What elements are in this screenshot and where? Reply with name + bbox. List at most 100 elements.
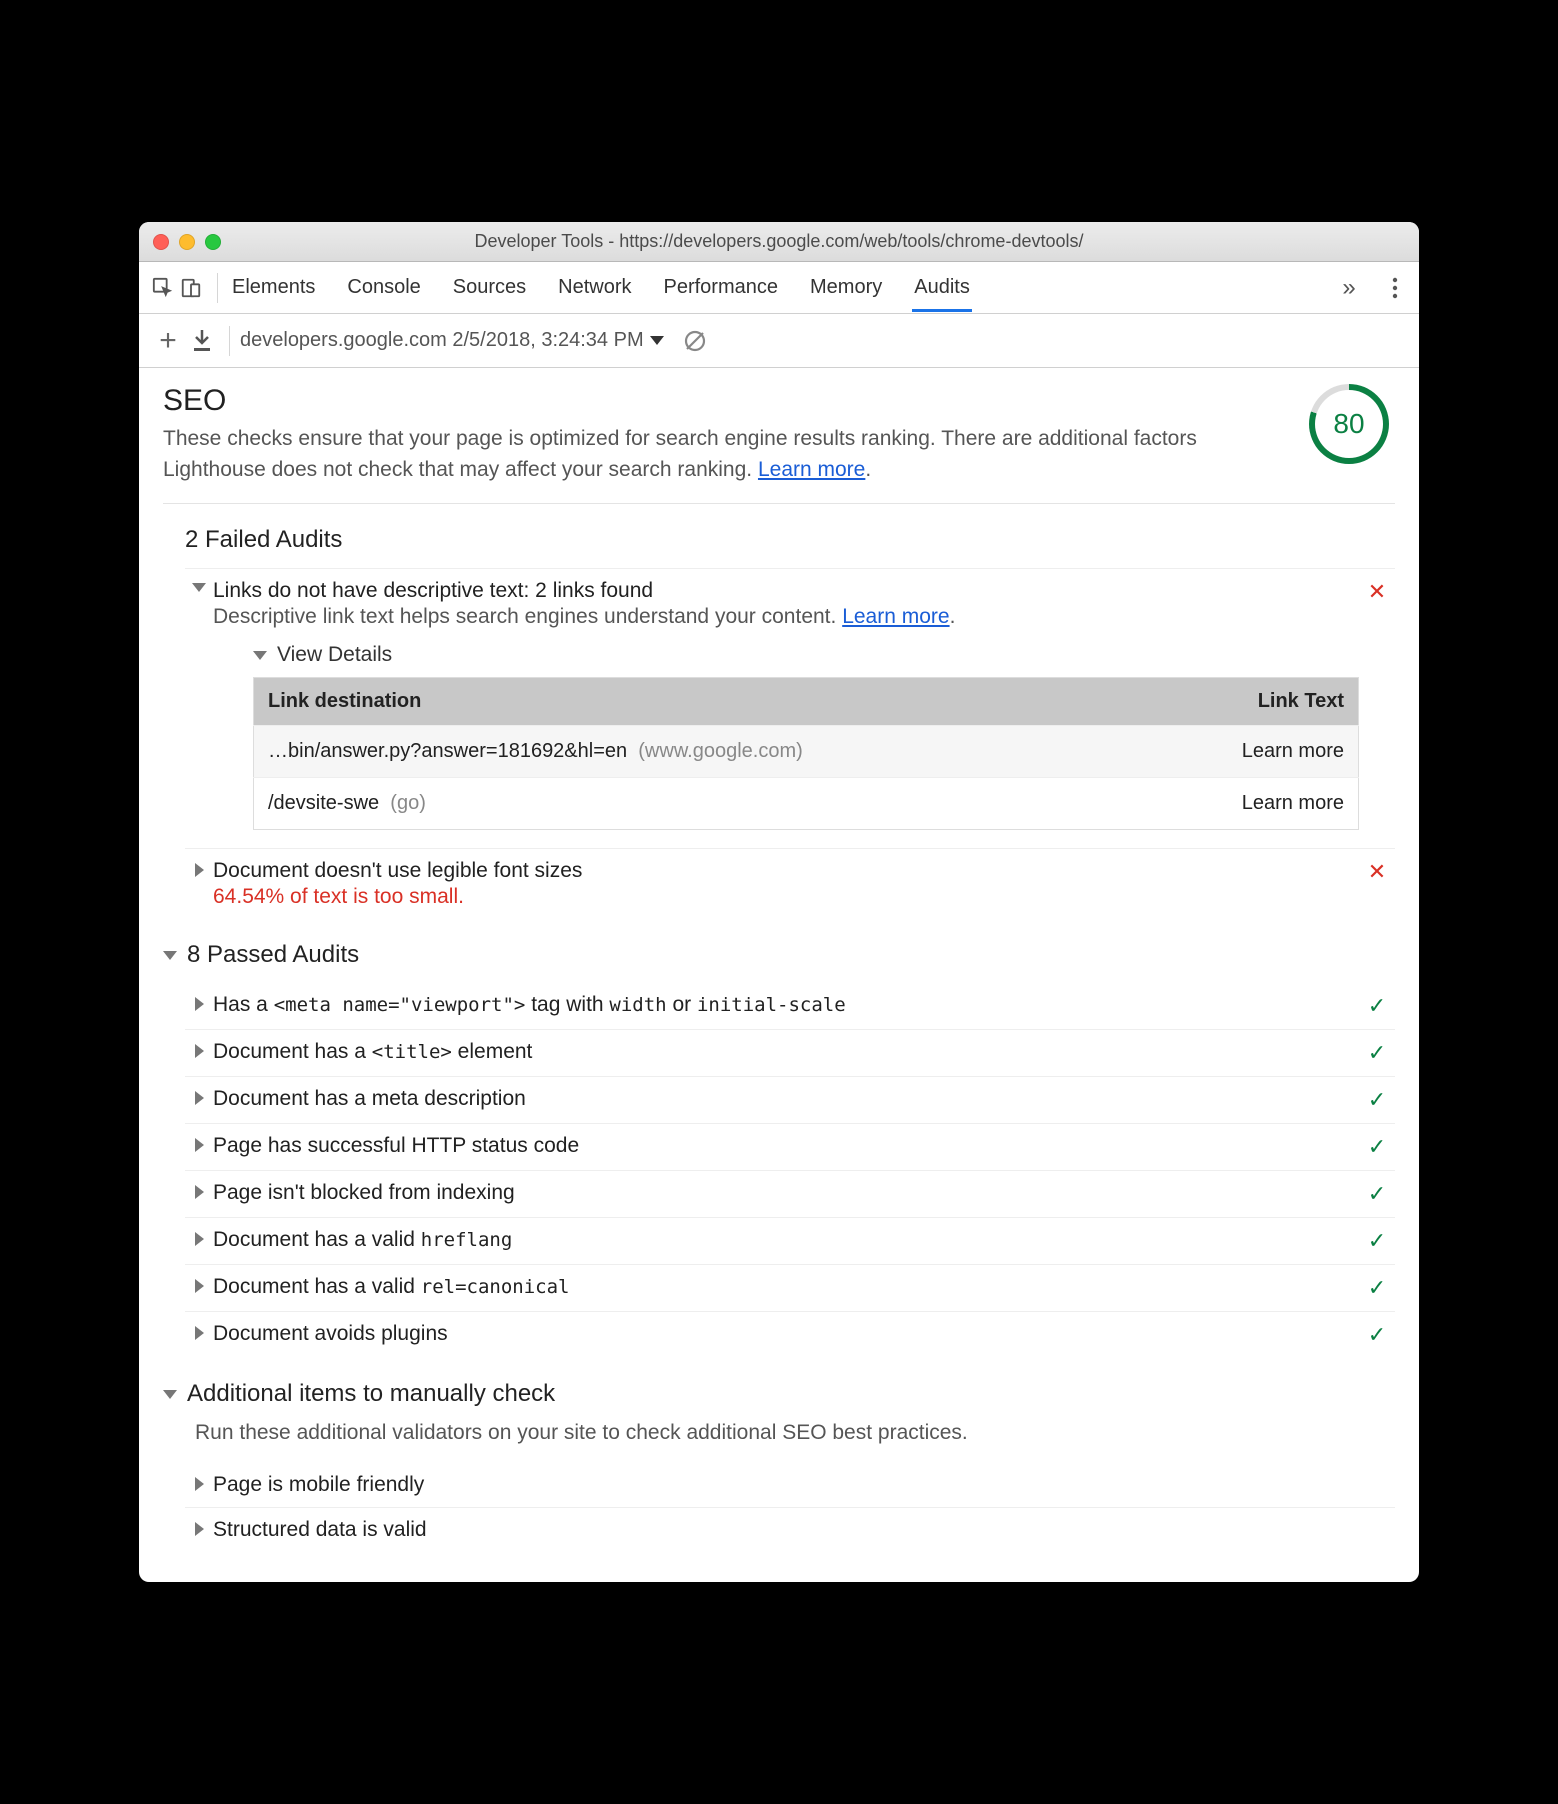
audit-passed-item: Document has a meta description✓ [185,1076,1395,1123]
pass-icon: ✓ [1359,1087,1395,1113]
score-value: 80 [1333,408,1364,440]
audit-passed-item: Page isn't blocked from indexing✓ [185,1170,1395,1217]
expand-toggle[interactable] [185,1228,213,1246]
more-tabs-icon[interactable]: » [1335,274,1363,302]
audit-title: Document doesn't use legible font sizes [213,859,1359,883]
chevron-down-icon [163,1390,177,1399]
col-link-destination: Link destination [254,678,1151,726]
audit-title: Structured data is valid [213,1518,1359,1542]
devtools-toolbar: Elements Console Sources Network Perform… [139,262,1419,314]
audit-title: Page is mobile friendly [213,1473,1359,1497]
audit-subtext: Descriptive link text helps search engin… [213,605,1359,629]
chevron-down-icon [253,651,267,660]
kebab-menu-icon[interactable] [1381,277,1409,299]
panel-tabs: Elements Console Sources Network Perform… [230,264,1335,312]
pass-icon: ✓ [1359,1228,1395,1254]
audits-subtoolbar: + developers.google.com 2/5/2018, 3:24:3… [139,314,1419,368]
tab-network[interactable]: Network [556,264,633,311]
device-toolbar-icon[interactable] [177,277,205,299]
expand-toggle[interactable] [185,1134,213,1152]
audit-title: Document has a <title> element [213,1040,1359,1064]
audit-passed-item: Document has a valid hreflang✓ [185,1217,1395,1264]
inspect-element-icon[interactable] [149,277,177,299]
manual-audits-sub: Run these additional validators on your … [195,1418,1395,1448]
manual-audits-heading[interactable]: Additional items to manually check [163,1380,1395,1408]
tab-performance[interactable]: Performance [662,264,781,311]
tab-console[interactable]: Console [345,264,422,311]
expand-toggle[interactable] [185,859,213,877]
download-report-icon[interactable] [185,330,219,352]
category-title: SEO [163,384,1289,418]
col-link-text: Link Text [1150,678,1358,726]
tab-audits[interactable]: Audits [912,264,972,312]
expand-toggle[interactable] [185,1087,213,1105]
audit-details: View Details Link destination Link Text … [253,643,1359,830]
audit-report: SEO These checks ensure that your page i… [139,368,1419,1581]
category-description: These checks ensure that your page is op… [163,424,1289,485]
chevron-down-icon [163,951,177,960]
devtools-window: Developer Tools - https://developers.goo… [139,222,1419,1581]
table-row: /devsite-swe (go) Learn more [254,778,1359,830]
tab-elements[interactable]: Elements [230,264,317,311]
audit-passed-item: Has a <meta name="viewport"> tag with wi… [185,983,1395,1029]
view-details-toggle[interactable]: View Details [253,643,1359,667]
audit-learn-more-link[interactable]: Learn more [842,605,949,628]
audit-passed-item: Page has successful HTTP status code✓ [185,1123,1395,1170]
seo-learn-more-link[interactable]: Learn more [758,458,865,481]
audit-passed-item: Document has a valid rel=canonical✓ [185,1264,1395,1311]
audit-manual-item: Structured data is valid [185,1507,1395,1552]
minimize-window-button[interactable] [179,234,195,250]
tab-memory[interactable]: Memory [808,264,884,311]
failed-audits-section: 2 Failed Audits Links do not have descri… [185,526,1395,919]
tab-sources[interactable]: Sources [451,264,528,311]
score-gauge: 80 [1309,384,1389,464]
manual-audits-section: Additional items to manually check Run t… [163,1380,1395,1551]
links-table: Link destination Link Text …bin/answer.p… [253,677,1359,830]
pass-icon: ✓ [1359,1040,1395,1066]
audit-warning: 64.54% of text is too small. [213,885,1359,909]
new-audit-icon[interactable]: + [151,324,185,358]
audit-passed-item: Document avoids plugins✓ [185,1311,1395,1358]
audit-title: Links do not have descriptive text: 2 li… [213,579,1359,603]
report-select[interactable]: developers.google.com 2/5/2018, 3:24:34 … [240,329,664,352]
close-window-button[interactable] [153,234,169,250]
expand-toggle[interactable] [185,1181,213,1199]
audit-failed-font-sizes: Document doesn't use legible font sizes … [185,848,1395,919]
report-label: developers.google.com 2/5/2018, 3:24:34 … [240,329,644,352]
passed-audits-section: 8 Passed Audits Has a <meta name="viewpo… [163,941,1395,1358]
expand-toggle[interactable] [185,993,213,1011]
expand-toggle[interactable] [185,1473,213,1491]
window-controls [153,234,221,250]
audit-title: Page isn't blocked from indexing [213,1181,1359,1205]
pass-icon: ✓ [1359,1181,1395,1207]
fail-icon: ✕ [1359,579,1395,605]
fail-icon: ✕ [1359,859,1395,885]
zoom-window-button[interactable] [205,234,221,250]
expand-toggle[interactable] [185,1040,213,1058]
seo-header: SEO These checks ensure that your page i… [163,384,1395,504]
window-title: Developer Tools - https://developers.goo… [139,231,1419,252]
pass-icon: ✓ [1359,1322,1395,1348]
pass-icon: ✓ [1359,1275,1395,1301]
expand-toggle[interactable] [185,1518,213,1536]
clear-all-icon[interactable] [678,329,712,353]
chevron-down-icon [650,336,664,345]
titlebar: Developer Tools - https://developers.goo… [139,222,1419,262]
audit-title: Document avoids plugins [213,1322,1359,1346]
failed-audits-heading: 2 Failed Audits [185,526,1395,554]
expand-toggle[interactable] [185,579,213,592]
audit-title: Has a <meta name="viewport"> tag with wi… [213,993,1359,1017]
expand-toggle[interactable] [185,1322,213,1340]
audit-title: Document has a valid rel=canonical [213,1275,1359,1299]
audit-manual-item: Page is mobile friendly [185,1463,1395,1507]
audit-passed-item: Document has a <title> element✓ [185,1029,1395,1076]
audit-title: Page has successful HTTP status code [213,1134,1359,1158]
audit-title: Document has a meta description [213,1087,1359,1111]
pass-icon: ✓ [1359,1134,1395,1160]
passed-audits-heading[interactable]: 8 Passed Audits [163,941,1395,969]
audit-failed-descriptive-links: Links do not have descriptive text: 2 li… [185,568,1395,848]
table-row: …bin/answer.py?answer=181692&hl=en (www.… [254,726,1359,778]
pass-icon: ✓ [1359,993,1395,1019]
audit-title: Document has a valid hreflang [213,1228,1359,1252]
expand-toggle[interactable] [185,1275,213,1293]
